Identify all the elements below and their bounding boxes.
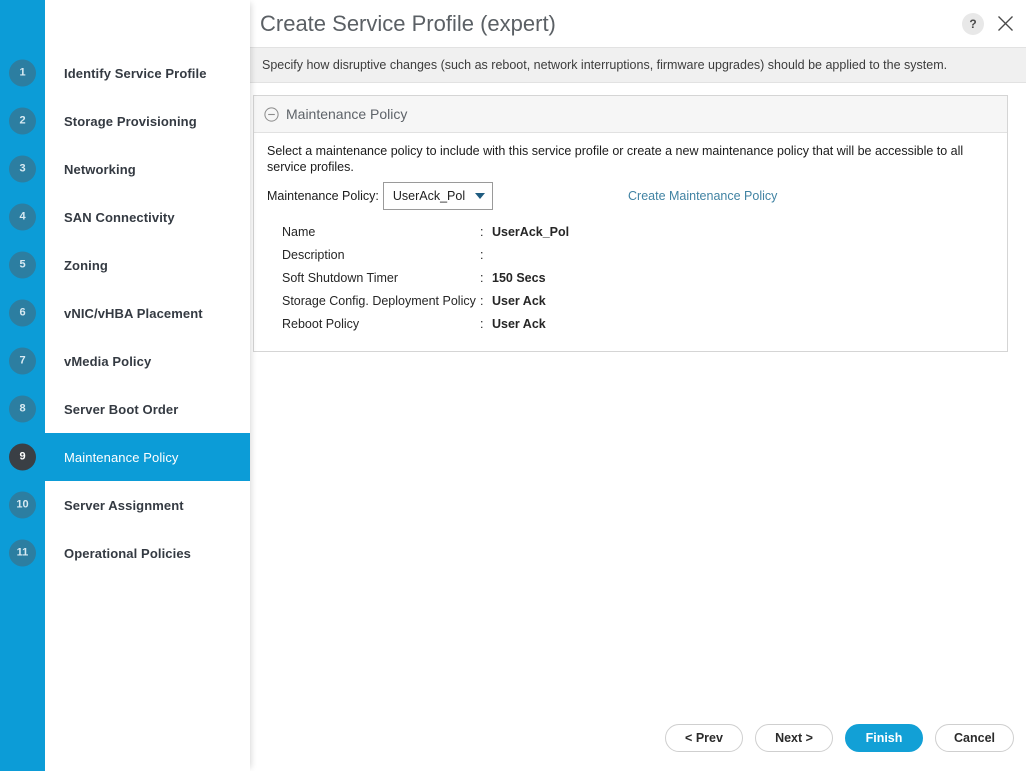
wizard-sidebar: 1 Identify Service Profile 2 Storage Provis… bbox=[0, 0, 250, 771]
table-row: Storage Config. Deployment Policy: User A… bbox=[282, 291, 569, 314]
sidebar-item-vnic-vhba-placement[interactable]: 6 vNIC/vHBA Placement bbox=[0, 289, 250, 337]
panel-title: Maintenance Policy bbox=[286, 106, 408, 122]
detail-key: Storage Config. Deployment Policy bbox=[282, 294, 476, 308]
help-icon[interactable]: ? bbox=[962, 12, 984, 35]
detail-colon: : bbox=[480, 294, 484, 308]
step-number-badge: 8 bbox=[9, 395, 36, 423]
table-row: Soft Shutdown Timer:150 Secs bbox=[282, 268, 569, 291]
sidebar-item-label: vNIC/vHBA Placement bbox=[64, 305, 203, 321]
sidebar-item-label: Zoning bbox=[64, 257, 108, 273]
table-row: Reboot Policy: User Ack bbox=[282, 314, 569, 337]
step-number-badge: 1 bbox=[9, 59, 36, 87]
step-number-badge: 7 bbox=[9, 347, 36, 375]
sidebar-item-label: vMedia Policy bbox=[64, 353, 152, 369]
sidebar-item-label: Networking bbox=[64, 161, 136, 177]
step-number-badge: 3 bbox=[9, 155, 36, 183]
table-row: Name: UserAck_Pol bbox=[282, 222, 569, 245]
panel-header[interactable]: Maintenance Policy bbox=[254, 96, 1007, 133]
next-button[interactable]: Next > bbox=[755, 724, 833, 752]
panel-body: Select a maintenance policy to include w… bbox=[254, 133, 1007, 351]
prev-button[interactable]: < Prev bbox=[665, 724, 743, 752]
close-icon[interactable] bbox=[992, 11, 1018, 37]
wizard-main: Create Service Profile (expert) ? Specif… bbox=[250, 0, 1026, 771]
detail-value bbox=[492, 245, 569, 268]
policy-detail-table: Name: UserAck_Pol Description: Soft Shutdow… bbox=[282, 222, 569, 337]
sidebar-item-vmedia-policy[interactable]: 7 vMedia Policy bbox=[0, 337, 250, 385]
sidebar-item-label: SAN Connectivity bbox=[64, 209, 175, 225]
policy-selector-row: Maintenance Policy: UserAck_Pol Create M… bbox=[267, 182, 994, 210]
sidebar-item-networking[interactable]: 3 Networking bbox=[0, 145, 250, 193]
wizard-footer: < Prev Next > Finish Cancel bbox=[665, 724, 1014, 752]
sidebar-item-maintenance-policy[interactable]: 9 Maintenance Policy bbox=[0, 433, 250, 481]
detail-value: 150 Secs bbox=[492, 271, 546, 285]
sidebar-item-label: Identify Service Profile bbox=[64, 65, 207, 81]
detail-value: User Ack bbox=[492, 294, 546, 308]
table-row: Description: bbox=[282, 245, 569, 268]
policy-selector-label: Maintenance Policy: bbox=[267, 189, 379, 203]
dialog-content: Maintenance Policy Select a maintenance … bbox=[250, 83, 1026, 771]
page-title: Create Service Profile (expert) bbox=[260, 10, 556, 36]
sidebar-item-zoning[interactable]: 5 Zoning bbox=[0, 241, 250, 289]
collapse-minus-icon[interactable] bbox=[264, 106, 279, 122]
detail-colon: : bbox=[480, 248, 484, 262]
sidebar-item-label: Server Assignment bbox=[64, 497, 184, 513]
sidebar-item-label: Server Boot Order bbox=[64, 401, 179, 417]
step-number-badge: 5 bbox=[9, 251, 36, 279]
detail-key: Name bbox=[282, 225, 316, 239]
cancel-button[interactable]: Cancel bbox=[935, 724, 1014, 752]
detail-key: Description bbox=[282, 248, 345, 262]
dialog-titlebar: Create Service Profile (expert) ? bbox=[250, 0, 1026, 47]
sidebar-item-server-assignment[interactable]: 10 Server Assignment bbox=[0, 481, 250, 529]
sidebar-item-san-connectivity[interactable]: 4 SAN Connectivity bbox=[0, 193, 250, 241]
step-number-badge: 4 bbox=[9, 203, 36, 231]
step-number-badge: 11 bbox=[9, 539, 36, 567]
sidebar-item-label: Maintenance Policy bbox=[64, 449, 179, 465]
sidebar-item-storage-provisioning[interactable]: 2 Storage Provisioning bbox=[0, 97, 250, 145]
detail-value: User Ack bbox=[492, 317, 546, 331]
step-number-badge: 6 bbox=[9, 299, 36, 327]
step-number-badge: 9 bbox=[9, 443, 36, 471]
titlebar-actions: ? bbox=[962, 11, 1018, 37]
sidebar-item-identify-service-profile[interactable]: 1 Identify Service Profile bbox=[0, 49, 250, 97]
dialog-subtitle: Specify how disruptive changes (such as … bbox=[250, 47, 1026, 83]
step-number-badge: 2 bbox=[9, 107, 36, 135]
sidebar-item-operational-policies[interactable]: 11 Operational Policies bbox=[0, 529, 250, 577]
detail-key: Reboot Policy bbox=[282, 317, 360, 331]
panel-description: Select a maintenance policy to include w… bbox=[267, 144, 964, 174]
detail-colon: : bbox=[480, 317, 484, 331]
create-maintenance-policy-link[interactable]: Create Maintenance Policy bbox=[628, 189, 777, 203]
sidebar-item-server-boot-order[interactable]: 8 Server Boot Order bbox=[0, 385, 250, 433]
sidebar-item-label: Operational Policies bbox=[64, 545, 191, 561]
chevron-down-icon bbox=[475, 193, 486, 199]
detail-value: UserAck_Pol bbox=[492, 225, 570, 239]
step-number-badge: 10 bbox=[9, 491, 36, 519]
wizard-step-list: 1 Identify Service Profile 2 Storage Provis… bbox=[0, 49, 250, 577]
detail-colon: : bbox=[480, 225, 484, 239]
maintenance-policy-panel: Maintenance Policy Select a maintenance … bbox=[253, 95, 1008, 352]
detail-key: Soft Shutdown Timer bbox=[282, 271, 399, 285]
detail-colon: : bbox=[480, 271, 484, 285]
service-profile-wizard: 1 Identify Service Profile 2 Storage Provis… bbox=[0, 0, 1026, 771]
finish-button[interactable]: Finish bbox=[845, 724, 923, 752]
maintenance-policy-select-value: UserAck_Pol bbox=[392, 189, 466, 203]
maintenance-policy-select[interactable]: UserAck_Pol bbox=[382, 182, 494, 210]
sidebar-item-label: Storage Provisioning bbox=[64, 113, 197, 129]
